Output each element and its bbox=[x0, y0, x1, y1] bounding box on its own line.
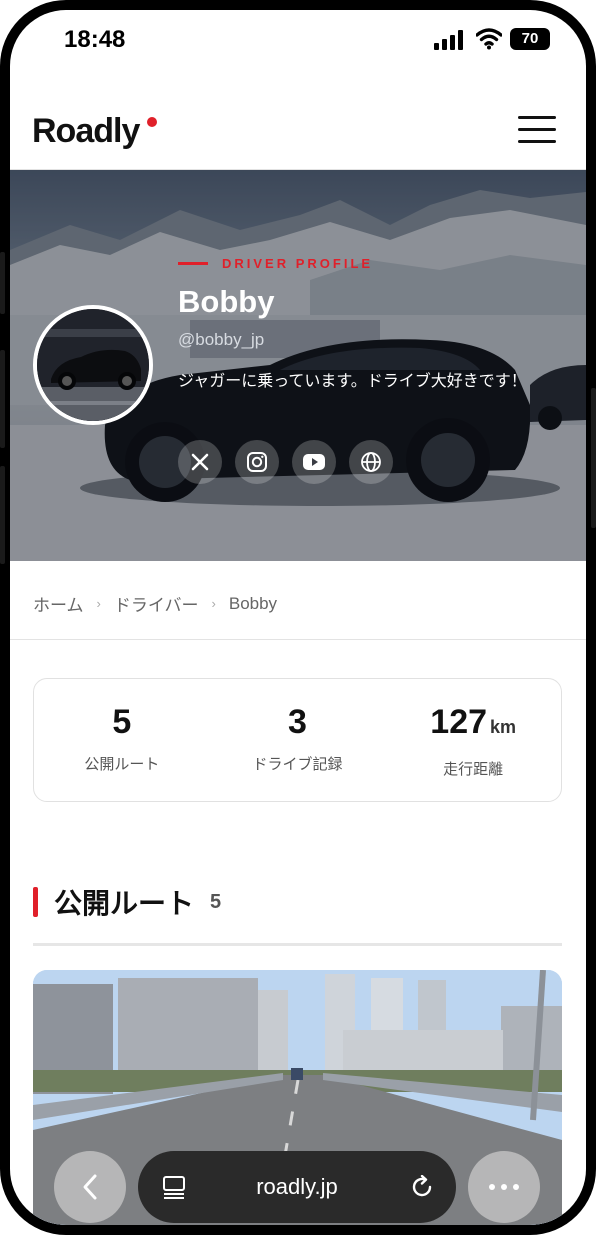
eyebrow-label: DRIVER PROFILE bbox=[222, 256, 374, 271]
section-divider bbox=[33, 943, 562, 946]
section-count: 5 bbox=[210, 890, 222, 913]
logo-dot bbox=[147, 117, 157, 127]
stat-label: 走行距離 bbox=[443, 760, 504, 778]
screen: 18:48 70 Roadly DRIVER PROFILE Bobby @bo… bbox=[10, 10, 586, 1225]
stat-value: 3 bbox=[288, 703, 307, 741]
eyebrow-accent-bar bbox=[178, 262, 208, 265]
volume-down-button bbox=[0, 466, 5, 564]
wifi-icon bbox=[476, 28, 502, 50]
chevron-right-icon: › bbox=[211, 596, 216, 611]
status-bar: 18:48 70 bbox=[10, 10, 586, 74]
power-button bbox=[591, 388, 596, 528]
roadly-logo[interactable]: Roadly bbox=[32, 112, 140, 151]
status-time: 18:48 bbox=[64, 26, 126, 53]
driver-handle: @bobby_jp bbox=[178, 330, 265, 349]
volume-up-button bbox=[0, 350, 5, 448]
divider bbox=[10, 639, 586, 640]
stat-value: 127 km bbox=[430, 703, 517, 741]
stat-label: ドライブ記録 bbox=[252, 755, 343, 773]
driver-profile-eyebrow: DRIVER PROFILE bbox=[178, 256, 373, 271]
stat-value: 5 bbox=[112, 703, 132, 741]
stats-card: 5 公開ルート 3 ドライブ記録 127 km 走行距離 bbox=[33, 678, 562, 802]
cellular-signal-icon bbox=[434, 30, 463, 50]
battery-indicator: 70 bbox=[510, 28, 550, 50]
address-bar[interactable]: roadly.jp bbox=[138, 1151, 456, 1223]
back-button[interactable] bbox=[54, 1151, 126, 1223]
stat-label: 公開ルート bbox=[84, 755, 160, 773]
url-text: roadly.jp bbox=[256, 1174, 338, 1199]
globe-icon[interactable] bbox=[349, 440, 393, 484]
stat-public-routes: 5 公開ルート bbox=[34, 679, 210, 801]
stat-unit: km bbox=[490, 717, 517, 737]
social-links bbox=[178, 440, 406, 484]
hamburger-icon[interactable] bbox=[518, 116, 556, 144]
stat-drive-records: 3 ドライブ記録 bbox=[210, 679, 386, 801]
section-title: 公開ルート bbox=[54, 887, 195, 920]
chevron-left-icon bbox=[83, 1174, 97, 1200]
driver-avatar bbox=[33, 305, 153, 425]
breadcrumb-home[interactable]: ホーム bbox=[33, 591, 84, 616]
stat-distance: 127 km 走行距離 bbox=[385, 679, 561, 801]
chevron-right-icon: › bbox=[96, 596, 101, 611]
youtube-icon[interactable] bbox=[292, 440, 336, 484]
more-button[interactable] bbox=[468, 1151, 540, 1223]
ellipsis-icon bbox=[489, 1184, 519, 1190]
reload-icon[interactable] bbox=[410, 1175, 434, 1199]
instagram-icon[interactable] bbox=[235, 440, 279, 484]
breadcrumb: ホーム › ドライバー › Bobby bbox=[33, 591, 277, 616]
driver-name: Bobby bbox=[178, 284, 275, 319]
driver-bio: ジャガーに乗っています。ドライブ大好きです！ bbox=[178, 371, 527, 390]
section-heading: 公開ルート 5 bbox=[33, 882, 221, 922]
breadcrumb-drivers[interactable]: ドライバー bbox=[114, 591, 199, 616]
section-accent-bar bbox=[33, 887, 38, 917]
site-header: Roadly bbox=[10, 74, 586, 170]
profile-hero: DRIVER PROFILE Bobby @bobby_jp ジャガーに乗ってい… bbox=[10, 170, 586, 561]
action-button bbox=[0, 252, 5, 314]
x-icon[interactable] bbox=[178, 440, 222, 484]
breadcrumb-current: Bobby bbox=[228, 593, 278, 613]
